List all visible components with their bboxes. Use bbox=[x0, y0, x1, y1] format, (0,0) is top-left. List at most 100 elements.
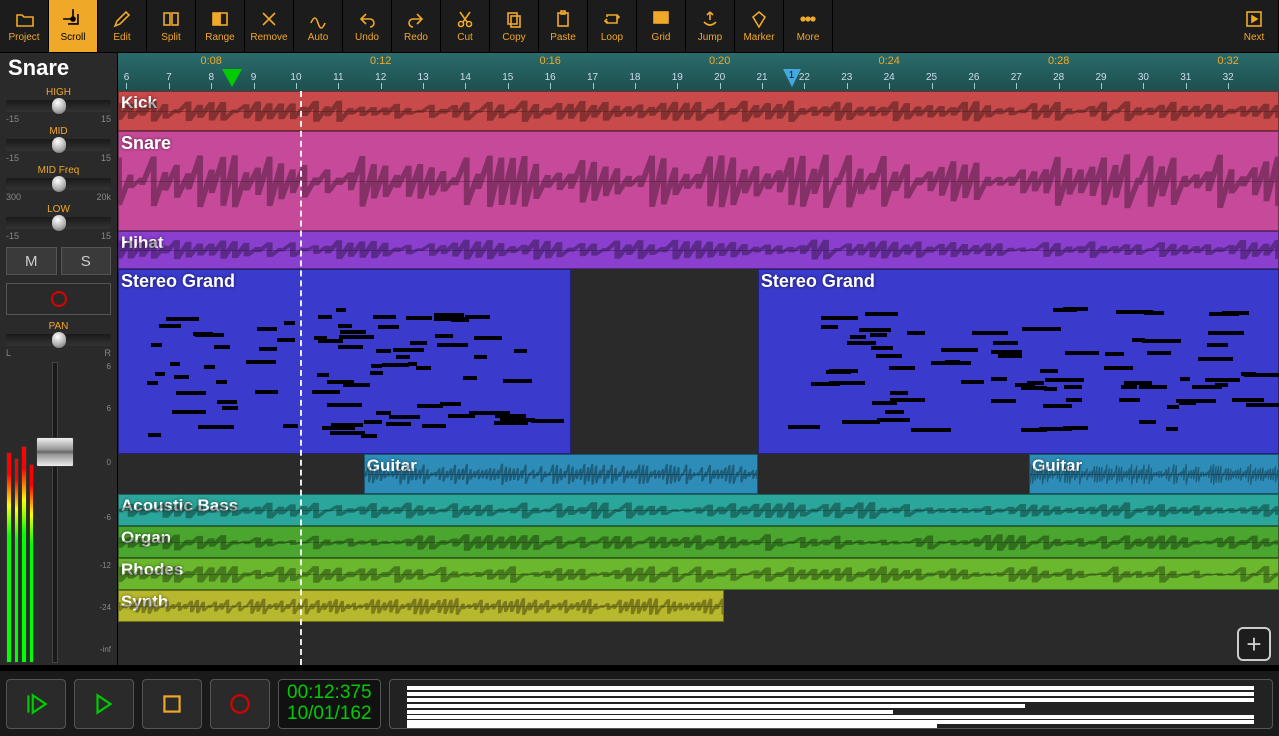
bar-number: 11 bbox=[333, 72, 343, 83]
clip[interactable]: Stereo Grand bbox=[118, 269, 571, 454]
toolbar-redo[interactable]: Redo bbox=[392, 0, 441, 52]
eq-label: MID Freq bbox=[6, 165, 111, 176]
timeline-ruler[interactable]: 0:080:120:160:200:240:280:320:360:40 678… bbox=[118, 53, 1279, 91]
clip[interactable]: Synth bbox=[118, 590, 724, 622]
toolbar-jump[interactable]: Jump bbox=[686, 0, 735, 52]
toolbar-next[interactable]: Next bbox=[1230, 0, 1279, 52]
bar-number: 8 bbox=[208, 72, 214, 83]
track-organ[interactable]: Organ bbox=[118, 526, 1279, 558]
loop-icon bbox=[602, 9, 622, 29]
track-synth[interactable]: Synth bbox=[118, 590, 1279, 622]
clip[interactable]: Rhodes bbox=[118, 558, 1279, 590]
track-kick[interactable]: Kick bbox=[118, 91, 1279, 131]
clip[interactable]: Acoustic Bass bbox=[118, 494, 1279, 526]
time-label: 0:24 bbox=[878, 55, 899, 67]
cut-icon bbox=[455, 9, 475, 29]
bar-number: 12 bbox=[375, 72, 386, 83]
pencil-icon bbox=[112, 9, 132, 29]
pan-label: PAN bbox=[6, 321, 111, 332]
clip[interactable]: Hihat bbox=[118, 231, 1279, 269]
time-label: 0:28 bbox=[1048, 55, 1069, 67]
track-hihat[interactable]: Hihat bbox=[118, 231, 1279, 269]
eq-slider-0[interactable] bbox=[6, 100, 111, 112]
clip[interactable]: Kick bbox=[118, 91, 1279, 131]
bar-number: 10 bbox=[290, 72, 301, 83]
next-icon bbox=[1244, 9, 1264, 29]
bar-number: 18 bbox=[629, 72, 640, 83]
bar-number: 6 bbox=[124, 72, 130, 83]
location-marker[interactable] bbox=[783, 69, 801, 87]
toolbar-more[interactable]: More bbox=[784, 0, 833, 52]
time-label: 0:16 bbox=[539, 55, 560, 67]
volume-fader[interactable] bbox=[38, 362, 71, 663]
bar-number: 25 bbox=[926, 72, 937, 83]
eq-label: MID bbox=[6, 126, 111, 137]
clip[interactable]: Stereo Grand bbox=[758, 269, 1279, 454]
toolbar-split[interactable]: Split bbox=[147, 0, 196, 52]
eq-slider-2[interactable] bbox=[6, 178, 111, 190]
copy-icon bbox=[504, 9, 524, 29]
bar-number: 30 bbox=[1138, 72, 1149, 83]
marker-icon bbox=[749, 9, 769, 29]
toolbar-cut[interactable]: Cut bbox=[441, 0, 490, 52]
clip[interactable]: Guitar bbox=[1029, 454, 1279, 494]
grid-icon bbox=[651, 9, 671, 29]
bar-number: 13 bbox=[418, 72, 429, 83]
x-icon bbox=[259, 9, 279, 29]
level-meters bbox=[6, 362, 34, 663]
play-marker[interactable] bbox=[222, 69, 242, 87]
record-button[interactable] bbox=[210, 679, 270, 729]
solo-button[interactable]: S bbox=[61, 247, 112, 275]
folder-icon bbox=[14, 9, 34, 29]
bar-number: 17 bbox=[587, 72, 598, 83]
redo-icon bbox=[406, 9, 426, 29]
track-acoustic-bass[interactable]: Acoustic Bass bbox=[118, 494, 1279, 526]
toolbar-edit[interactable]: Edit bbox=[98, 0, 147, 52]
bar-number: 7 bbox=[166, 72, 172, 83]
toolbar-undo[interactable]: Undo bbox=[343, 0, 392, 52]
toolbar-copy[interactable]: Copy bbox=[490, 0, 539, 52]
add-track-button[interactable]: + bbox=[1237, 627, 1271, 661]
track-stereo-grand[interactable]: Stereo Grand Stereo Grand bbox=[118, 269, 1279, 454]
bar-number: 20 bbox=[714, 72, 725, 83]
time-label: 0:08 bbox=[201, 55, 222, 67]
toolbar-paste[interactable]: Paste bbox=[539, 0, 588, 52]
bar-number: 32 bbox=[1223, 72, 1234, 83]
eq-section: HIGH-1515MID-1515MID Freq30020kLOW-1515 bbox=[0, 87, 117, 243]
transport-bar: 00:12:375 10/01/162 bbox=[0, 671, 1279, 736]
stop-button[interactable] bbox=[142, 679, 202, 729]
tracks-area[interactable]: KickSnareHihatStereo GrandStereo GrandGu… bbox=[118, 91, 1279, 665]
auto-icon bbox=[308, 9, 328, 29]
bar-number: 24 bbox=[884, 72, 895, 83]
clip[interactable]: Organ bbox=[118, 526, 1279, 558]
eq-slider-3[interactable] bbox=[6, 217, 111, 229]
clip[interactable]: Guitar bbox=[364, 454, 758, 494]
toolbar-remove[interactable]: Remove bbox=[245, 0, 294, 52]
toolbar-loop[interactable]: Loop bbox=[588, 0, 637, 52]
toolbar-scroll[interactable]: Scroll bbox=[49, 0, 98, 52]
top-toolbar: ProjectScrollEditSplitRangeRemoveAutoUnd… bbox=[0, 0, 1279, 53]
eq-label: HIGH bbox=[6, 87, 111, 98]
pan-slider[interactable] bbox=[6, 334, 111, 346]
undo-icon bbox=[357, 9, 377, 29]
toolbar-auto[interactable]: Auto bbox=[294, 0, 343, 52]
mute-button[interactable]: M bbox=[6, 247, 57, 275]
track-guitar[interactable]: Guitar Guitar bbox=[118, 454, 1279, 494]
toolbar-grid[interactable]: Grid bbox=[637, 0, 686, 52]
eq-slider-1[interactable] bbox=[6, 139, 111, 151]
play-button[interactable] bbox=[74, 679, 134, 729]
toolbar-project[interactable]: Project bbox=[0, 0, 49, 52]
play-from-start-button[interactable] bbox=[6, 679, 66, 729]
timecode-display: 00:12:375 10/01/162 bbox=[278, 679, 381, 729]
track-snare[interactable]: Snare bbox=[118, 131, 1279, 231]
selected-track-name: Snare bbox=[0, 53, 117, 87]
playhead[interactable] bbox=[300, 91, 302, 665]
arrangement-minimap[interactable] bbox=[389, 679, 1273, 729]
record-arm-button[interactable] bbox=[6, 283, 111, 315]
toolbar-marker[interactable]: Marker bbox=[735, 0, 784, 52]
eq-label: LOW bbox=[6, 204, 111, 215]
paste-icon bbox=[553, 9, 573, 29]
clip[interactable]: Snare bbox=[118, 131, 1279, 231]
track-rhodes[interactable]: Rhodes bbox=[118, 558, 1279, 590]
toolbar-range[interactable]: Range bbox=[196, 0, 245, 52]
